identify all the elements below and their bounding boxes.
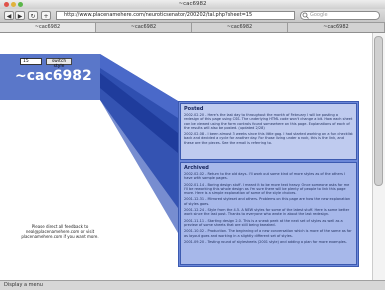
archive-entry: 2001.10.02 - Production. The beginning o… bbox=[184, 229, 352, 238]
site-title: ~cac6982 bbox=[15, 68, 92, 84]
tab-2[interactable]: ~cac6982 bbox=[96, 23, 192, 32]
status-bar: Display a menu bbox=[0, 280, 385, 290]
search-field[interactable]: Google bbox=[300, 11, 380, 20]
forward-arrow-icon[interactable]: ▶ bbox=[15, 11, 25, 20]
style-select[interactable]: 15 bbox=[20, 58, 42, 65]
archive-entry: 2002.02.02 - Return to the old days. I'l… bbox=[184, 172, 346, 181]
zoom-window-icon[interactable] bbox=[18, 2, 23, 7]
reload-icon[interactable]: ↻ bbox=[28, 11, 38, 20]
search-icon bbox=[302, 12, 309, 19]
archive-entry: 2001.12.24 - Style from the 4.5. A NEW s… bbox=[184, 208, 350, 217]
tab-1[interactable]: ~cac6982 bbox=[0, 23, 96, 32]
posted-entry: 2002.02.08 - I been almost 3 weeks since… bbox=[184, 132, 353, 145]
tab-4[interactable]: ~cac6982 bbox=[288, 23, 385, 32]
tab-3[interactable]: ~cac6982 bbox=[192, 23, 288, 32]
back-arrow-icon[interactable]: ◀ bbox=[4, 11, 14, 20]
minimize-window-icon[interactable] bbox=[11, 2, 16, 7]
posted-heading: Posted bbox=[184, 106, 204, 112]
close-window-icon[interactable] bbox=[4, 2, 9, 7]
archive-section: Archived 2002.02.02 - Return to the old … bbox=[180, 162, 357, 265]
scrollbar-thumb[interactable] bbox=[374, 36, 383, 186]
archive-heading: Archived bbox=[184, 165, 209, 171]
url-field[interactable]: http://www.placenamehere.com/neuroticsen… bbox=[56, 11, 295, 20]
add-bookmark-icon[interactable]: + bbox=[41, 11, 51, 20]
archive-entry: 2001.09.20 - Testing round of stylesheet… bbox=[184, 239, 347, 244]
posted-entry: 2002.02.20 - Here's the last day to thro… bbox=[184, 113, 353, 130]
window-title: ~cac6982 bbox=[178, 1, 207, 7]
archive-entry: 2001.11.11 - Starting design 2.0. This i… bbox=[184, 218, 343, 227]
archive-entry: 2002.01.14 - Boring design stuff. I mean… bbox=[184, 182, 350, 196]
archive-entry: 2001.12.31 - Mirrored styleset and other… bbox=[184, 197, 351, 206]
switch-style-button[interactable]: switch style bbox=[46, 58, 72, 69]
feedback-note: Please direct all feedback to neal@place… bbox=[21, 224, 99, 240]
posted-section: Posted 2002.02.20 - Here's the last day … bbox=[180, 103, 357, 160]
